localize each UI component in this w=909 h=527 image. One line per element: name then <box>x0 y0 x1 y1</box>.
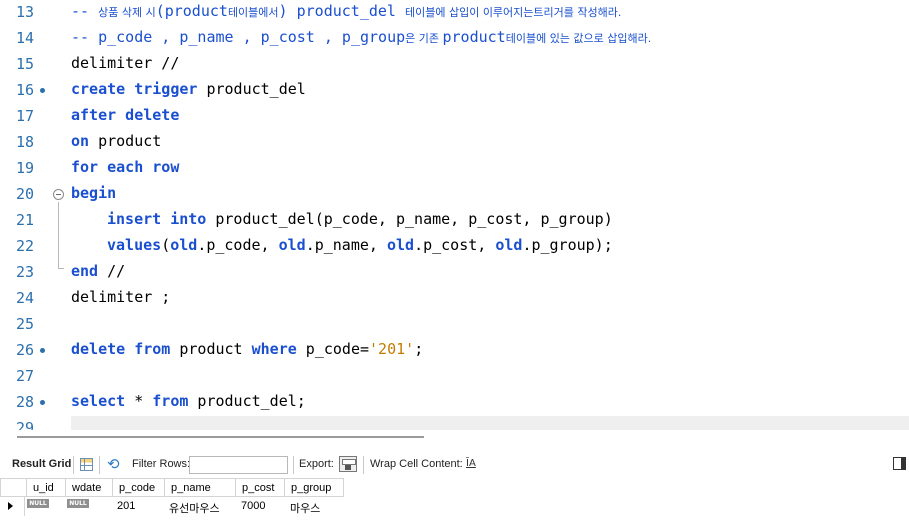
toolbar-separator <box>99 456 100 474</box>
line-number: 23 <box>15 263 34 281</box>
cell-p-code[interactable]: 201 <box>111 497 135 516</box>
horizontal-scrollbar[interactable] <box>17 436 424 438</box>
line-number: 17 <box>15 107 34 125</box>
code-text: begin <box>71 184 117 202</box>
line-number: 24 <box>15 289 34 307</box>
column-header[interactable]: p_code <box>113 478 165 497</box>
line-number: 19 <box>15 159 34 177</box>
code-text: on product <box>71 132 162 150</box>
wrap-cell-label: Wrap Cell Content: <box>370 458 463 470</box>
filter-rows-input[interactable] <box>189 456 288 474</box>
toggle-panel-icon[interactable] <box>893 457 906 470</box>
line-number: 13 <box>15 3 34 21</box>
code-text: delete from product where p_code='201'; <box>71 340 424 358</box>
line-number: 26 <box>15 341 34 359</box>
code-text: select * from product_del; <box>71 392 306 410</box>
editor-line: 29 <box>0 416 71 430</box>
editor-line: 28 select * from product_del; <box>0 390 909 416</box>
editor-line: 17 after delete <box>0 104 909 130</box>
line-number: 29 <box>15 419 34 430</box>
result-grid-tab[interactable]: Result Grid <box>12 458 71 470</box>
grid-view-icon[interactable] <box>80 458 93 471</box>
editor-line: 16 create trigger product_del <box>0 78 909 104</box>
editor-line: 13 -- 상품 삭제 시(product테이블에서) product_del … <box>0 0 909 26</box>
statement-marker-icon[interactable] <box>40 400 45 405</box>
column-header[interactable]: wdate <box>66 478 113 497</box>
editor-line: 24 delimiter ; <box>0 286 909 312</box>
cell-p-name[interactable]: 유선마우스 <box>163 497 220 516</box>
code-text: create trigger product_del <box>71 80 306 98</box>
null-badge[interactable]: NULL <box>67 499 89 508</box>
editor-line: 23 end // <box>0 260 909 286</box>
export-icon[interactable] <box>339 456 357 472</box>
line-number: 21 <box>15 211 34 229</box>
code-text: values(old.p_code, old.p_name, old.p_cos… <box>107 236 613 254</box>
line-number: 16 <box>15 81 34 99</box>
code-text: delimiter ; <box>71 288 171 306</box>
column-header[interactable]: u_id <box>27 478 66 497</box>
line-number: 15 <box>15 55 34 73</box>
editor-line: 20 begin <box>0 182 909 208</box>
export-label: Export: <box>299 458 334 470</box>
editor-line: 21 insert into product_del(p_code, p_nam… <box>0 208 909 234</box>
cell-p-cost[interactable]: 7000 <box>235 497 265 516</box>
code-comment: -- 상품 삭제 시(product테이블에서) product_del 테이블… <box>71 2 622 20</box>
code-text: after delete <box>71 106 180 124</box>
editor-line: 27 <box>0 364 909 390</box>
editor-line: 19 for each row <box>0 156 909 182</box>
code-text: for each row <box>71 158 180 176</box>
editor-line: 22 values(old.p_code, old.p_name, old.p_… <box>0 234 909 260</box>
toolbar-separator <box>363 456 364 474</box>
code-text: end // <box>71 262 126 280</box>
line-number: 22 <box>15 237 34 255</box>
editor-line: 18 on product <box>0 130 909 156</box>
line-number: 27 <box>15 367 34 385</box>
refresh-icon[interactable]: ⟲ <box>107 455 120 473</box>
cell-p-group[interactable]: 마우스 <box>284 497 320 516</box>
editor-line: 26 delete from product where p_code='201… <box>0 338 909 364</box>
editor-line: 15 delimiter // <box>0 52 909 78</box>
editor-current-line[interactable] <box>71 416 909 430</box>
result-toolbar: Result Grid ⟲ Filter Rows: Export: Wrap … <box>0 454 909 476</box>
line-number: 25 <box>15 315 34 333</box>
column-header[interactable]: p_name <box>165 478 236 497</box>
row-pointer-icon[interactable] <box>0 497 25 516</box>
line-number: 20 <box>15 185 34 203</box>
statement-marker-icon[interactable] <box>40 348 45 353</box>
code-text: delimiter // <box>71 54 180 72</box>
line-number: 18 <box>15 133 34 151</box>
row-header-corner <box>0 478 27 497</box>
editor-line: 25 <box>0 312 909 338</box>
line-number: 14 <box>15 29 34 47</box>
column-header[interactable]: p_group <box>285 478 344 497</box>
sql-editor[interactable]: 13 -- 상품 삭제 시(product테이블에서) product_del … <box>0 0 909 430</box>
wrap-cell-icon[interactable]: ĪA <box>466 458 476 469</box>
line-number: 28 <box>15 393 34 411</box>
editor-line: 14 -- p_code , p_name , p_cost , p_group… <box>0 26 909 52</box>
code-comment: -- p_code , p_name , p_cost , p_group은 기… <box>71 28 652 46</box>
statement-marker-icon[interactable] <box>40 88 45 93</box>
fold-collapse-icon[interactable] <box>53 189 64 200</box>
toolbar-separator <box>73 456 74 474</box>
toolbar-separator <box>293 456 294 474</box>
null-badge[interactable]: NULL <box>27 499 49 508</box>
code-text: insert into product_del(p_code, p_name, … <box>107 210 613 228</box>
filter-rows-label: Filter Rows: <box>132 458 191 470</box>
column-header[interactable]: p_cost <box>236 478 285 497</box>
